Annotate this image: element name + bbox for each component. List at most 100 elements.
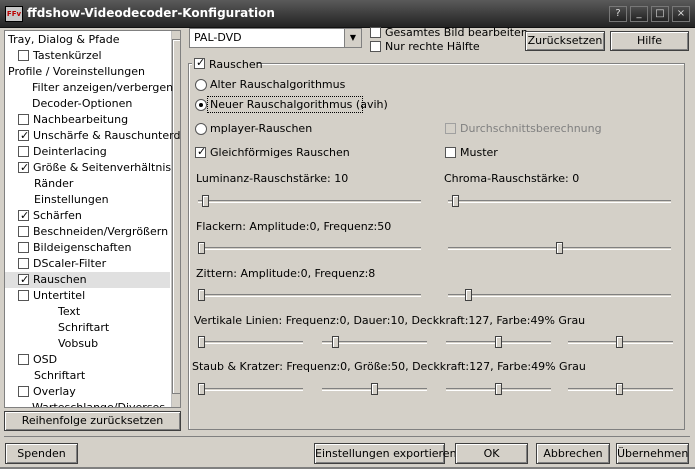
filter-tree[interactable]: Tray, Dialog & Pfade Tastenkürzel Profile …	[4, 30, 181, 408]
vertical-lines-1-slider-thumb[interactable]	[332, 336, 339, 348]
tree-item-checkbox[interactable]	[18, 226, 29, 237]
vertical-lines-0-slider[interactable]	[198, 341, 303, 344]
jitter-frequency-slider[interactable]	[448, 294, 671, 297]
tree-item[interactable]: DScaler-Filter	[5, 256, 170, 272]
help-title-button[interactable]: ?	[609, 6, 627, 22]
tree-item[interactable]: Nachbearbeitung	[5, 112, 170, 128]
ok-button[interactable]: OK	[455, 443, 528, 464]
reset-button[interactable]: Zurücksetzen	[525, 31, 605, 51]
tree-item[interactable]: Schriftart	[5, 320, 170, 336]
tree-item-checkbox[interactable]: ✓	[18, 129, 29, 142]
dust-scratch-0-slider-thumb[interactable]	[198, 383, 205, 395]
tree-item-checkbox[interactable]	[18, 354, 29, 365]
tree-item-label: Decoder-Optionen	[32, 97, 133, 110]
pattern-checkbox[interactable]	[445, 147, 456, 158]
dust-scratch-1-slider-thumb[interactable]	[371, 383, 378, 395]
tree-item[interactable]: Profile / Voreinstellungen	[5, 64, 170, 80]
jitter-amplitude-slider-thumb[interactable]	[198, 289, 205, 301]
edit-whole-image-label: Gesamtes Bild bearbeiten	[385, 26, 528, 39]
luma-strength-slider[interactable]	[198, 200, 421, 203]
tree-item[interactable]: Vobsub	[5, 336, 170, 352]
tree-item[interactable]: Decoder-Optionen	[5, 96, 170, 112]
dust-scratch-0-slider[interactable]	[198, 388, 303, 391]
luma-strength-slider-thumb[interactable]	[202, 195, 209, 207]
tree-item-label: Text	[58, 305, 81, 318]
tree-item-checkbox[interactable]	[18, 386, 29, 397]
chroma-strength-slider-thumb[interactable]	[452, 195, 459, 207]
maximize-button[interactable]: □	[651, 6, 669, 22]
tree-item[interactable]: Tray, Dialog & Pfade	[5, 32, 170, 48]
tree-item-checkbox[interactable]	[18, 114, 29, 125]
right-half-only-checkbox[interactable]	[370, 41, 381, 52]
vertical-lines-label: Vertikale Linien: Frequenz:0, Dauer:10, …	[194, 314, 586, 327]
noise-enable-checkbox[interactable]: ✓	[194, 56, 206, 69]
cancel-button[interactable]: Abbrechen	[536, 443, 610, 464]
tree-item-label: Ränder	[34, 177, 74, 190]
tree-item-checkbox[interactable]: ✓	[18, 161, 29, 174]
maximize-icon: □	[655, 8, 665, 19]
tree-item[interactable]: Tastenkürzel	[5, 48, 170, 64]
dust-scratch-2-slider-thumb[interactable]	[495, 383, 502, 395]
reset-order-button[interactable]: Reihenfolge zurücksetzen	[4, 411, 181, 431]
algo-old-label: Alter Rauschalgorithmus	[210, 78, 346, 91]
averaged-checkbox[interactable]	[445, 123, 456, 134]
tree-scrollbar-thumb[interactable]	[172, 39, 180, 394]
tree-item[interactable]: Untertitel	[5, 288, 170, 304]
tree-item-label: DScaler-Filter	[33, 257, 107, 270]
algo-mplayer-radio[interactable]	[195, 123, 207, 135]
tree-item[interactable]: Overlay	[5, 384, 170, 400]
vertical-lines-2-slider-thumb[interactable]	[495, 336, 502, 348]
tree-item[interactable]: Beschneiden/Vergrößern	[5, 224, 170, 240]
tree-item[interactable]: ✓ Rauschen	[5, 272, 170, 288]
apply-button[interactable]: Übernehmen	[616, 443, 689, 464]
tree-item[interactable]: Einstellungen	[5, 192, 170, 208]
vertical-lines-0-slider-thumb[interactable]	[198, 336, 205, 348]
tree-item[interactable]: OSD	[5, 352, 170, 368]
donate-button[interactable]: Spenden	[5, 443, 78, 464]
preset-dropdown[interactable]: PAL-DVD ▼	[189, 28, 362, 48]
vertical-lines-3-slider-thumb[interactable]	[616, 336, 623, 348]
tree-item[interactable]: Schriftart	[5, 368, 170, 384]
tree-item-checkbox[interactable]	[18, 290, 29, 301]
jitter-frequency-slider-thumb[interactable]	[465, 289, 472, 301]
tree-item-label: Rauschen	[33, 273, 87, 286]
averaged-label: Durchschnittsberechnung	[460, 122, 602, 135]
uniform-noise-checkbox[interactable]: ✓	[195, 145, 206, 158]
tree-item[interactable]: ✓ Größe & Seitenverhältnis	[5, 160, 172, 176]
close-button[interactable]: ×	[672, 6, 690, 22]
export-settings-button[interactable]: Einstellungen exportieren	[314, 443, 457, 464]
tree-item-checkbox[interactable]: ✓	[18, 273, 29, 286]
jitter-amplitude-slider[interactable]	[198, 294, 421, 297]
tree-item[interactable]: Filter anzeigen/verbergen	[5, 80, 173, 96]
tree-item[interactable]: ✓ Unschärfe & Rauschunterdr	[5, 128, 180, 144]
uniform-noise-label: Gleichförmiges Rauschen	[210, 146, 350, 159]
tree-item[interactable]: Text	[5, 304, 170, 320]
algo-new-radio[interactable]	[195, 99, 207, 111]
flicker-amplitude-slider-thumb[interactable]	[198, 242, 205, 254]
flicker-amplitude-slider[interactable]	[198, 247, 421, 250]
tree-item-checkbox[interactable]	[18, 242, 29, 253]
tree-item-checkbox[interactable]	[18, 258, 29, 269]
dust-scratch-3-slider-thumb[interactable]	[616, 383, 623, 395]
tree-item-checkbox[interactable]	[18, 50, 29, 61]
chroma-strength-slider[interactable]	[448, 200, 671, 203]
tree-item-checkbox[interactable]	[18, 146, 29, 157]
tree-item-label: Overlay	[33, 385, 76, 398]
tree-item-checkbox[interactable]: ✓	[18, 209, 29, 222]
tree-item[interactable]: Warteschlange/Diverses	[5, 400, 170, 407]
tree-item[interactable]: Bildeigenschaften	[5, 240, 170, 256]
checkmark-icon: ✓	[196, 56, 206, 69]
minimize-button[interactable]: _	[630, 6, 648, 22]
window-title: ffdshow-Videodecoder-Konfiguration	[27, 6, 275, 20]
tree-item[interactable]: Deinterlacing	[5, 144, 170, 160]
tree-item-label: Größe & Seitenverhältnis	[33, 161, 172, 174]
edit-whole-image-checkbox[interactable]	[370, 27, 381, 38]
help-button[interactable]: Hilfe	[610, 31, 689, 51]
tree-item[interactable]: Ränder	[5, 176, 170, 192]
algo-old-radio[interactable]	[195, 79, 207, 91]
flicker-label: Flackern: Amplitude:0, Frequenz:50	[196, 220, 392, 233]
title-bar[interactable]: FFv ffdshow-Videodecoder-Konfiguration ?…	[0, 0, 695, 28]
chevron-down-icon[interactable]: ▼	[344, 29, 361, 47]
flicker-frequency-slider-thumb[interactable]	[556, 242, 563, 254]
tree-item[interactable]: ✓ Schärfen	[5, 208, 170, 224]
